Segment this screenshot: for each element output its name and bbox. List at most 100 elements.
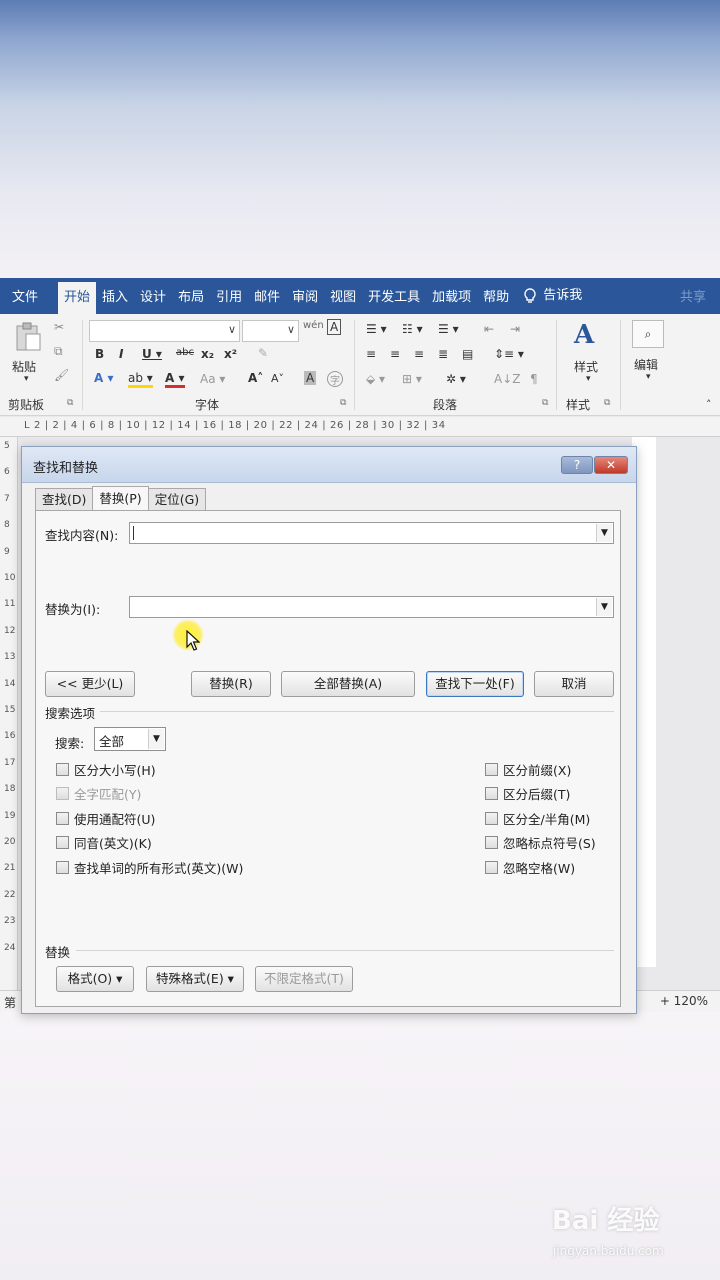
clear-format-icon[interactable]: ✎ [258, 346, 268, 360]
checkbox-box[interactable] [56, 860, 69, 874]
numbering-icon[interactable]: ☷ ▾ [402, 322, 423, 336]
text-effects-icon[interactable]: A ▾ [94, 371, 114, 385]
paste-dropdown-icon[interactable]: ▾ [24, 374, 29, 384]
decrease-indent-icon[interactable]: ⇤ [484, 322, 494, 336]
option-checkbox[interactable]: 忽略标点符号(S) [485, 833, 596, 852]
replace-button[interactable]: 替换(R) [191, 671, 271, 697]
format-button[interactable]: 格式(O) ▾ [56, 966, 134, 992]
cut-icon[interactable]: ✂ [54, 320, 64, 334]
font-launcher-icon[interactable]: ⧉ [340, 398, 346, 408]
replace-dropdown-icon[interactable]: ▼ [596, 598, 612, 616]
checkbox-box[interactable] [485, 763, 498, 776]
sort-icon[interactable]: A↓Z [494, 372, 520, 386]
checkbox-box[interactable] [56, 836, 69, 850]
increase-indent-icon[interactable]: ⇥ [510, 322, 520, 336]
option-checkbox[interactable]: 区分后缀(T) [485, 784, 570, 803]
replace-all-button[interactable]: 全部替换(A) [281, 671, 415, 697]
collapse-ribbon-icon[interactable]: ˄ [706, 398, 712, 411]
find-next-button[interactable]: 查找下一处(F) [426, 671, 524, 697]
close-button[interactable]: ✕ [594, 456, 628, 474]
special-format-button[interactable]: 特殊格式(E) ▾ [146, 966, 244, 992]
align-right-icon[interactable]: ≡ [414, 347, 424, 361]
tab-mailings[interactable]: 邮件 [248, 278, 286, 314]
multilevel-list-icon[interactable]: ☰ ▾ [438, 322, 459, 336]
option-checkbox[interactable]: 忽略空格(W) [485, 858, 575, 877]
format-painter-icon[interactable]: 🖌 [54, 368, 69, 382]
checkbox-box[interactable] [56, 763, 69, 776]
tab-view[interactable]: 视图 [324, 278, 362, 314]
font-color-icon[interactable]: A ▾ [165, 371, 185, 388]
paste-label[interactable]: 粘贴 [12, 358, 36, 375]
tab-layout[interactable]: 布局 [172, 278, 210, 314]
tab-developer[interactable]: 开发工具 [362, 278, 426, 314]
replace-input[interactable]: ▼ [129, 596, 614, 618]
superscript-icon[interactable]: x² [224, 347, 237, 361]
styles-icon[interactable]: A [574, 320, 594, 350]
share-button[interactable]: 共享 [674, 278, 720, 314]
copy-icon[interactable]: ⧉ [54, 344, 63, 359]
option-checkbox[interactable]: 同音(英文)(K) [56, 833, 152, 852]
checkbox-box[interactable] [485, 860, 498, 874]
help-button[interactable]: ? [561, 456, 593, 474]
checkbox-box[interactable] [56, 811, 69, 825]
styles-label[interactable]: 样式 [574, 358, 598, 375]
tab-review[interactable]: 审阅 [286, 278, 324, 314]
paragraph-launcher-icon[interactable]: ⧉ [542, 398, 548, 408]
find-input[interactable]: ▼ [129, 522, 614, 544]
change-case-icon[interactable]: Aa ▾ [200, 372, 225, 386]
tab-find[interactable]: 查找(D) [35, 488, 94, 510]
tab-insert[interactable]: 插入 [96, 278, 134, 314]
option-checkbox[interactable]: 查找单词的所有形式(英文)(W) [56, 858, 243, 877]
italic-icon[interactable]: I [119, 347, 123, 361]
tell-me-box[interactable]: 告诉我 [515, 278, 588, 314]
styles-launcher-icon[interactable]: ⧉ [604, 398, 610, 408]
tab-design[interactable]: 设计 [134, 278, 172, 314]
phonetic-guide-icon[interactable]: wén [303, 320, 324, 331]
line-spacing-icon[interactable]: ⇕≡ ▾ [494, 347, 524, 361]
zoom-level[interactable]: + 120% [660, 994, 708, 1008]
bold-icon[interactable]: B [95, 347, 104, 361]
no-formatting-button[interactable]: 不限定格式(T) [255, 966, 353, 992]
tab-file[interactable]: 文件 [0, 278, 58, 314]
show-marks-icon[interactable]: ¶ [530, 372, 538, 386]
cancel-button[interactable]: 取消 [534, 671, 614, 697]
justify-icon[interactable]: ≣ [438, 347, 448, 361]
subscript-icon[interactable]: x₂ [201, 347, 214, 361]
align-left-icon[interactable]: ≡ [366, 347, 376, 361]
less-button[interactable]: << 更少(L) [45, 671, 135, 697]
strikethrough-icon[interactable]: abc [176, 347, 194, 358]
chinese-layout-icon[interactable]: ✲ ▾ [446, 372, 466, 386]
highlight-icon[interactable]: ab ▾ [128, 371, 153, 388]
tab-replace[interactable]: 替换(P) [92, 486, 149, 510]
option-checkbox[interactable]: 区分前缀(X) [485, 760, 571, 779]
option-checkbox[interactable]: 使用通配符(U) [56, 809, 155, 828]
grow-font-icon[interactable]: A˄ [248, 371, 263, 385]
align-center-icon[interactable]: ≡ [390, 347, 400, 361]
char-border-icon[interactable]: A [327, 319, 342, 335]
paste-icon[interactable] [14, 322, 42, 352]
tab-home[interactable]: 开始 [58, 282, 97, 314]
bullets-icon[interactable]: ☰ ▾ [366, 322, 387, 336]
shading-icon[interactable]: ⬙ ▾ [366, 372, 385, 386]
edit-label[interactable]: 编辑 [634, 356, 658, 373]
tab-references[interactable]: 引用 [210, 278, 248, 314]
option-checkbox[interactable]: 区分全/半角(M) [485, 809, 590, 828]
underline-icon[interactable]: U ▾ [142, 347, 162, 361]
find-dropdown-icon[interactable]: ▼ [596, 524, 612, 542]
edit-dropdown-icon[interactable]: ▾ [646, 372, 651, 382]
option-checkbox[interactable]: 区分大小写(H) [56, 760, 156, 779]
char-shading-icon[interactable]: A [304, 371, 317, 385]
clipboard-launcher-icon[interactable]: ⧉ [67, 398, 73, 408]
distributed-icon[interactable]: ▤ [462, 347, 473, 361]
tab-goto[interactable]: 定位(G) [147, 488, 207, 510]
tab-addins[interactable]: 加载项 [426, 278, 477, 314]
page-indicator[interactable]: 第 [4, 994, 16, 1011]
tab-help[interactable]: 帮助 [477, 278, 515, 314]
dialog-titlebar[interactable]: 查找和替换 ? ✕ [22, 447, 636, 483]
styles-dropdown-icon[interactable]: ▾ [586, 374, 591, 384]
search-direction-select[interactable]: 全部 ▼ [94, 727, 166, 751]
font-size-combo[interactable]: ∨ [242, 320, 299, 342]
checkbox-box[interactable] [485, 811, 498, 825]
search-icon[interactable]: ⌕ [632, 320, 664, 348]
shrink-font-icon[interactable]: A˅ [271, 372, 284, 385]
